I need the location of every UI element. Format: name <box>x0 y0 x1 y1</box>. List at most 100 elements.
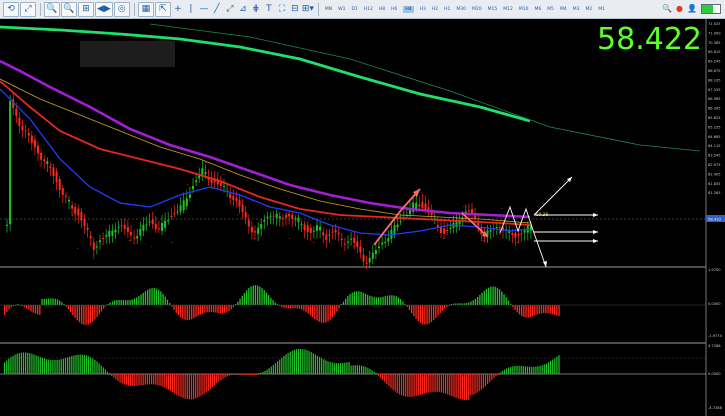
candle-body <box>139 228 142 236</box>
fractal-marker: ⌃ <box>150 245 153 250</box>
osc-bar <box>365 366 367 374</box>
candle-body <box>74 207 77 214</box>
macd-bar <box>481 292 483 305</box>
candle-body <box>387 238 390 242</box>
chart-comment-box <box>80 41 175 67</box>
candle-body <box>278 216 281 219</box>
timeframe-m12[interactable]: M12 <box>503 7 513 12</box>
timeframe-h3[interactable]: H3 <box>420 7 426 12</box>
zoom-in-icon[interactable]: 🔍 <box>44 1 60 17</box>
scroll-icon[interactable]: ◀▶ <box>95 1 113 17</box>
macd-bar <box>358 291 360 305</box>
osc-bar <box>304 349 306 374</box>
osc-bar <box>249 374 251 375</box>
timeframe-h6[interactable]: H6 <box>391 7 397 12</box>
timeframe-h1[interactable]: H1 <box>444 7 450 12</box>
osc-bar <box>468 374 470 400</box>
macd-bar <box>428 305 430 324</box>
price-axis-label: 66.965 <box>708 97 721 101</box>
fibonacci-icon[interactable]: ⋕ <box>250 3 262 16</box>
osc-bar <box>310 352 312 374</box>
undo-icon[interactable]: ⟲ <box>3 1 19 17</box>
crosshair-icon[interactable]: + <box>172 3 184 16</box>
timeframe-m15[interactable]: M15 <box>488 7 498 12</box>
timeframe-h2[interactable]: H2 <box>432 7 438 12</box>
text-icon[interactable]: T <box>263 3 275 16</box>
shapes-icon[interactable]: ⛶ <box>276 3 288 16</box>
osc-bar <box>421 374 424 395</box>
period-icon[interactable]: ⊟ <box>289 3 301 16</box>
timeframe-h12[interactable]: H12 <box>364 7 373 12</box>
timeframe-h4[interactable]: H4 <box>403 5 414 13</box>
timeframe-m2[interactable]: M2 <box>585 7 592 12</box>
osc-bar <box>33 354 35 374</box>
candle-body <box>418 204 421 207</box>
osc-bar <box>262 371 264 374</box>
osc-bar <box>58 359 60 374</box>
candle-body <box>440 227 442 234</box>
macd-bar <box>523 305 525 318</box>
osc-bar <box>520 365 522 374</box>
macd-bar <box>92 305 94 322</box>
timeframe-h8[interactable]: H8 <box>379 7 385 12</box>
search-icon[interactable]: 🔍 <box>662 2 672 15</box>
osc-bar <box>283 355 285 374</box>
chart-area[interactable]: ⌃⌃⌃⌃⌃⌃ ⌃⌃⌃⌃⌃⌃⌃⌃⌃⌃⌃⌃⌃⌃⌃⌃⌃⌃⌃⌃⌃⌃59.3871.5257… <box>0 19 725 416</box>
timeframe-m30[interactable]: M30 <box>456 7 466 12</box>
channel-icon[interactable]: ⊿ <box>237 3 249 16</box>
osc-bar <box>226 374 228 377</box>
candle-body <box>21 125 24 131</box>
macd-bar <box>532 305 534 317</box>
macd-bar <box>219 305 221 314</box>
horizontal-line-icon[interactable]: — <box>198 3 210 16</box>
candle-body <box>269 216 272 218</box>
timeframe-m3[interactable]: M3 <box>573 7 580 12</box>
osc-bar <box>438 374 440 393</box>
connection-status-icon <box>701 3 721 14</box>
osc-bar <box>268 368 270 374</box>
templates-icon[interactable]: ▦ <box>137 1 154 17</box>
notification-icon[interactable]: ● <box>676 2 683 15</box>
timeframe-m6[interactable]: M6 <box>534 7 541 12</box>
osc-bar <box>35 355 37 374</box>
macd-bar <box>215 305 217 313</box>
timeframe-m1[interactable]: M1 <box>598 7 605 12</box>
osc-bar <box>398 374 400 395</box>
timeframe-mn[interactable]: MN <box>325 7 332 12</box>
user-icon[interactable]: 👤 <box>687 2 697 15</box>
macd-bar <box>494 286 496 305</box>
zoom-out-icon[interactable]: 🔍 <box>61 1 77 17</box>
timeframe-m5[interactable]: M5 <box>547 7 554 12</box>
macd-bar <box>50 298 52 305</box>
cursor-icon[interactable]: ⇱ <box>154 1 171 17</box>
macd-bar <box>507 300 510 305</box>
macd-bar <box>307 305 309 314</box>
grid-icon[interactable]: ⊞ <box>78 1 94 17</box>
candle-body <box>27 132 30 136</box>
more-tools-icon[interactable]: ⊞▾ <box>302 3 314 16</box>
ray-icon[interactable]: ⤢ <box>224 3 236 16</box>
macd-bar <box>10 305 12 308</box>
macd-bar <box>81 305 83 324</box>
osc-bar <box>413 374 415 397</box>
macd-bar <box>466 302 468 305</box>
trendline-icon[interactable]: ╱ <box>211 3 223 16</box>
osc-bar <box>440 374 442 393</box>
osc-bar <box>447 374 449 395</box>
macd-bar <box>259 286 261 305</box>
candle-body <box>114 229 117 233</box>
candle-body <box>52 167 55 176</box>
expand-icon[interactable]: ⤢ <box>20 1 36 17</box>
osc-bar <box>130 374 132 386</box>
timeframe-m10[interactable]: M10 <box>519 7 529 12</box>
autoscroll-icon[interactable]: ◎ <box>113 1 130 17</box>
timeframe-d1[interactable]: D1 <box>351 7 357 12</box>
osc-bar <box>424 374 426 394</box>
vertical-line-icon[interactable]: | <box>185 3 197 16</box>
timeframe-w1[interactable]: W1 <box>338 7 345 12</box>
timeframe-m20[interactable]: M20 <box>472 7 482 12</box>
macd-bar <box>169 303 171 305</box>
timeframe-m4[interactable]: M4 <box>560 7 567 12</box>
macd-bar <box>131 299 133 305</box>
osc-bar <box>186 374 188 400</box>
